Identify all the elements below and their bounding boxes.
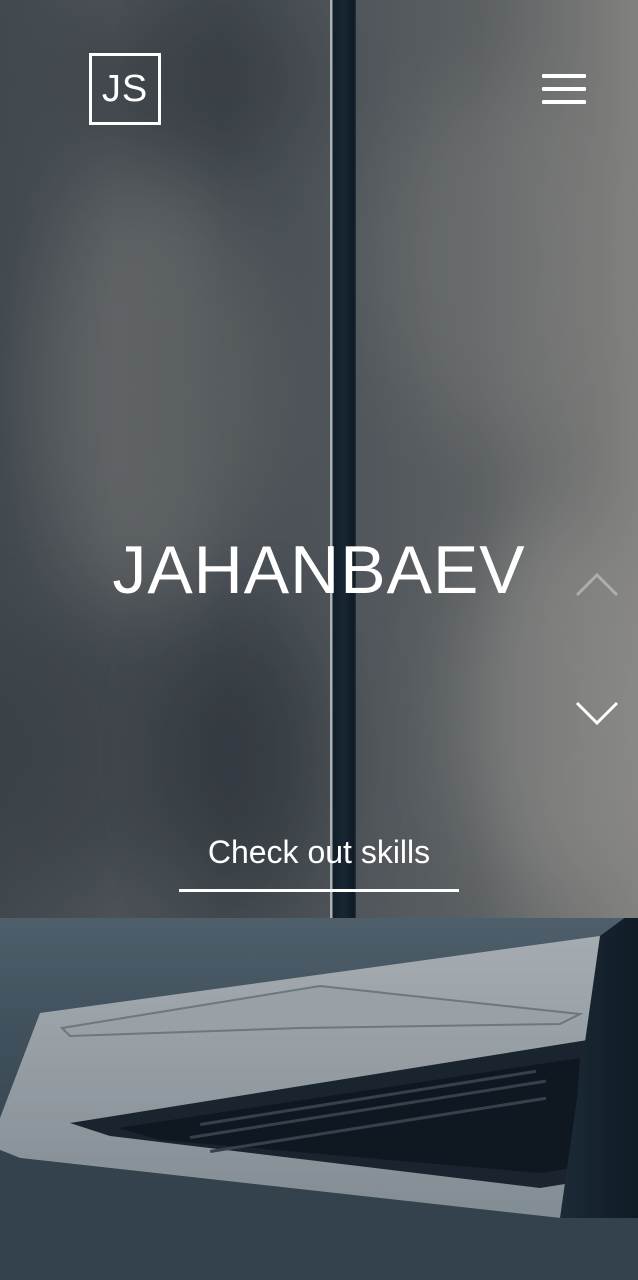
hamburger-menu-icon[interactable] <box>540 72 588 108</box>
chevron-up-icon[interactable] <box>574 570 620 598</box>
menu-bar <box>542 74 586 78</box>
chevron-down-icon[interactable] <box>574 700 620 728</box>
hero-title: JAHANBAEV <box>112 532 526 608</box>
hero-section: JS JAHANBAEV Check out skills <box>0 0 638 1280</box>
menu-bar <box>542 87 586 91</box>
logo[interactable]: JS <box>89 53 161 125</box>
menu-bar <box>542 100 586 104</box>
check-out-skills-button[interactable]: Check out skills <box>179 828 459 892</box>
dark-overlay <box>0 0 638 1280</box>
